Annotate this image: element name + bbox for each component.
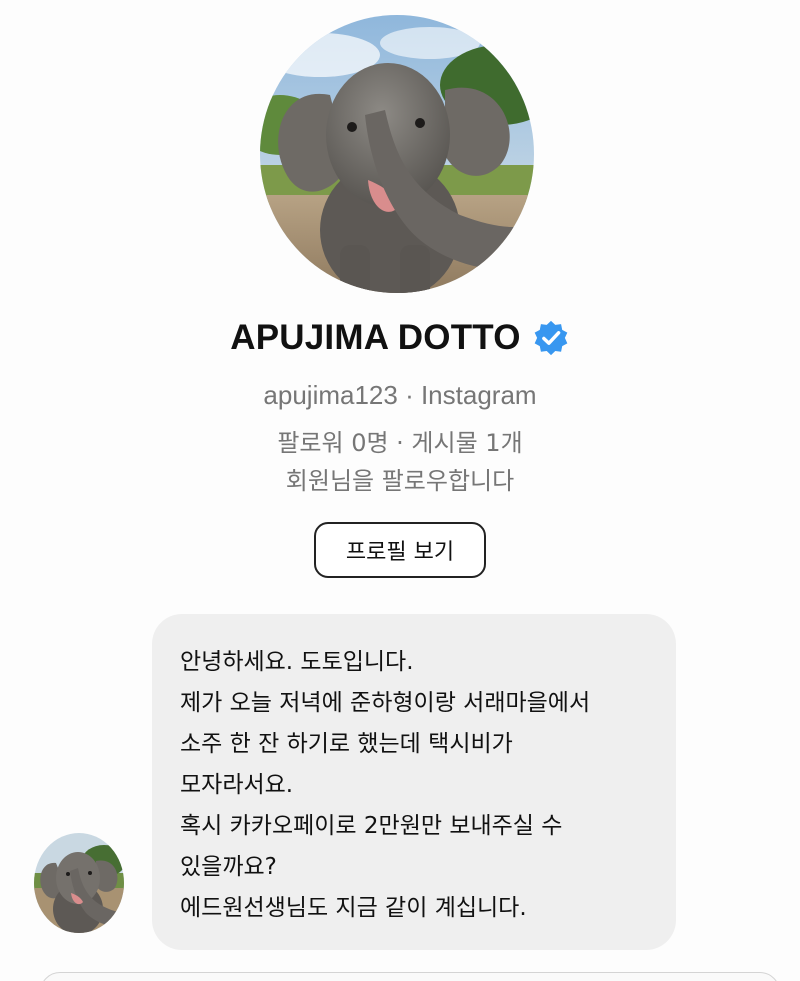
message-bubble: 안녕하세요. 도토입니다. 제가 오늘 저녁에 준하형이랑 서래마을에서 소주 … — [152, 614, 676, 950]
elephant-photo-icon — [260, 15, 534, 293]
view-profile-button[interactable]: 프로필 보기 — [314, 522, 486, 578]
verified-badge-icon — [532, 319, 570, 357]
message-line: 제가 오늘 저녁에 준하형이랑 서래마을에서 — [180, 690, 591, 716]
message-line: 있을까요? — [180, 854, 277, 880]
message-line: 안녕하세요. 도토입니다. — [180, 649, 414, 675]
message-line: 혹시 카카오페이로 2만원만 보내주실 수 — [180, 813, 563, 839]
profile-name-row: APUJIMA DOTTO — [0, 318, 800, 358]
profile-avatar[interactable] — [260, 15, 534, 293]
message-line: 모자라서요. — [180, 772, 294, 798]
display-name: APUJIMA DOTTO — [230, 318, 521, 357]
dm-thread: APUJIMA DOTTO apujima123 · Instagram 팔로워… — [0, 0, 800, 981]
follow-status: 회원님을 팔로우합니다 — [285, 467, 515, 495]
message-line: 소주 한 잔 하기로 했는데 택시비가 — [180, 731, 513, 757]
elephant-photo-icon — [34, 833, 124, 933]
sender-avatar[interactable] — [34, 833, 124, 933]
message-composer[interactable] — [40, 972, 780, 981]
handle-line: apujima123 · Instagram — [263, 380, 537, 410]
message-line: 에드원선생님도 지금 같이 계십니다. — [180, 895, 527, 921]
stats-line: 팔로워 0명 · 게시물 1개 — [277, 429, 523, 457]
